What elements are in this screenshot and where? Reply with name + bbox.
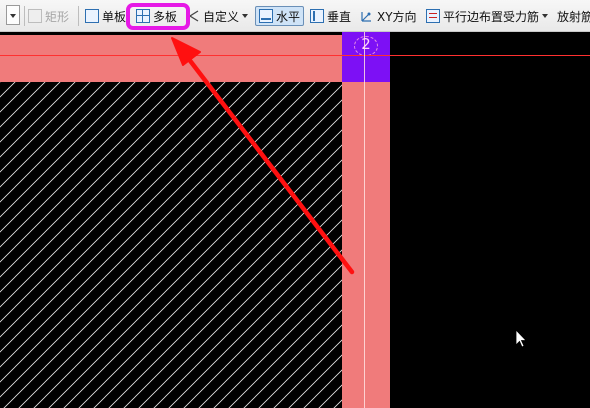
horizontal-label: 水平 [276,9,301,24]
rectangle-label: 矩形 [45,9,70,24]
xy-direction-icon [360,9,374,23]
horizontal-button[interactable]: 水平 [255,6,305,26]
rectangle-icon [28,9,42,23]
parallel-edge-dropdown-icon [542,14,549,18]
horizontal-icon [259,9,273,23]
single-slab-icon [85,9,99,23]
custom-dropdown-icon [242,14,249,18]
xy-direction-button[interactable]: XY方向 [360,6,417,26]
custom-label: 自定义 [203,9,240,24]
toolbar: 矩形 单板 多板 自定义 水平 垂直 XY方向 平行边布置受力筋 放射筋 [0,0,590,32]
axis-label: 2 [361,35,371,53]
rectangle-button[interactable]: 矩形 [28,6,69,26]
custom-button[interactable]: 自定义 [188,6,249,26]
radial-label: 放射筋 [557,9,590,24]
xy-direction-label: XY方向 [377,9,417,24]
parallel-edge-label: 平行边布置受力筋 [443,9,540,24]
single-slab-label: 单板 [102,9,127,24]
mouse-cursor-icon [515,329,527,348]
drawing-canvas[interactable]: 2 [0,32,590,408]
highlight-box [126,3,190,30]
parallel-edge-button[interactable]: 平行边布置受力筋 [426,6,549,26]
red-axis-line [0,55,590,56]
vertical-button[interactable]: 垂直 [310,6,351,26]
vertical-icon [310,9,324,23]
vertical-beam[interactable] [342,82,390,408]
vertical-axis-line [364,32,365,408]
toolbar-separator [24,6,25,26]
single-slab-button[interactable]: 单板 [85,6,126,26]
toolbar-separator [78,6,79,26]
slab-hatch [0,82,342,408]
toolbar-dropdown-arrow[interactable] [6,5,20,25]
radial-button[interactable]: 放射筋 [557,6,590,26]
horizontal-beam[interactable] [0,35,342,82]
vertical-label: 垂直 [327,9,352,24]
parallel-edge-icon [426,9,440,23]
